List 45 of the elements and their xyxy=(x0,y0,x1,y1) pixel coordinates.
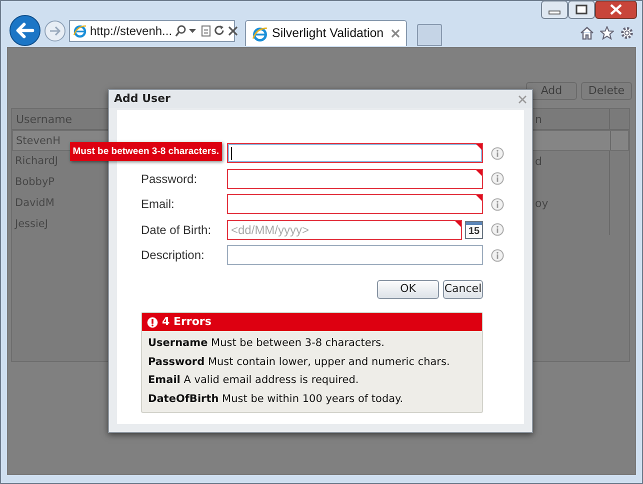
browser-page-icon xyxy=(73,24,87,38)
cancel-button[interactable]: Cancel xyxy=(443,280,483,299)
refresh-icon[interactable] xyxy=(214,25,226,36)
settings-icon[interactable] xyxy=(620,26,634,40)
search-icon[interactable] xyxy=(175,24,186,36)
info-icon[interactable] xyxy=(491,223,504,236)
input-field[interactable] xyxy=(227,194,483,214)
info-icon[interactable] xyxy=(491,172,504,185)
address-bar[interactable]: http://stevenh... xyxy=(69,20,235,42)
maximize-button[interactable] xyxy=(568,1,595,19)
input-field[interactable] xyxy=(227,168,483,188)
info-icon[interactable] xyxy=(491,146,504,160)
tab-title: Silverlight Validation xyxy=(272,25,385,42)
input-field[interactable] xyxy=(227,245,483,265)
stop-icon[interactable] xyxy=(228,26,238,36)
dialog-title: Add User xyxy=(114,90,170,107)
error-message: Username Must be between 3-8 characters. xyxy=(148,336,386,351)
error-message: DateOfBirth Must be within 100 years of today. xyxy=(148,392,404,406)
info-icon[interactable] xyxy=(491,198,504,210)
ok-button[interactable]: OK xyxy=(377,280,439,299)
caret-icon[interactable] xyxy=(189,28,196,32)
error-summary-title: 4 Errors xyxy=(162,314,212,330)
field-label: Password: xyxy=(141,172,198,186)
table-cell: StevenH xyxy=(16,135,60,147)
favorites-icon[interactable] xyxy=(600,26,614,40)
field-label: Email: xyxy=(141,197,174,211)
field-label: Date of Birth: xyxy=(141,222,212,236)
error-icon xyxy=(147,316,158,328)
field-label: Description: xyxy=(141,248,204,262)
calendar-button[interactable]: 15 xyxy=(465,220,483,238)
error-tooltip: Must be between 3-8 characters. xyxy=(70,142,222,161)
browser-page-icon xyxy=(252,26,268,42)
address-text[interactable]: http://stevenh... xyxy=(90,22,172,40)
forward-button[interactable] xyxy=(44,20,66,42)
close-icon[interactable] xyxy=(595,1,637,19)
browser-tab[interactable]: Silverlight Validation xyxy=(245,20,407,46)
error-message: Email A valid email address is required. xyxy=(148,373,360,388)
home-icon[interactable] xyxy=(580,26,594,40)
back-button[interactable] xyxy=(9,15,41,46)
info-icon[interactable] xyxy=(491,248,504,262)
input-field[interactable] xyxy=(227,143,483,163)
error-message: Password Must contain lower, upper and numeric chars. xyxy=(148,354,451,370)
close-icon[interactable] xyxy=(391,29,400,38)
minimize-button[interactable] xyxy=(541,1,568,19)
compatibility-icon[interactable] xyxy=(201,24,212,36)
